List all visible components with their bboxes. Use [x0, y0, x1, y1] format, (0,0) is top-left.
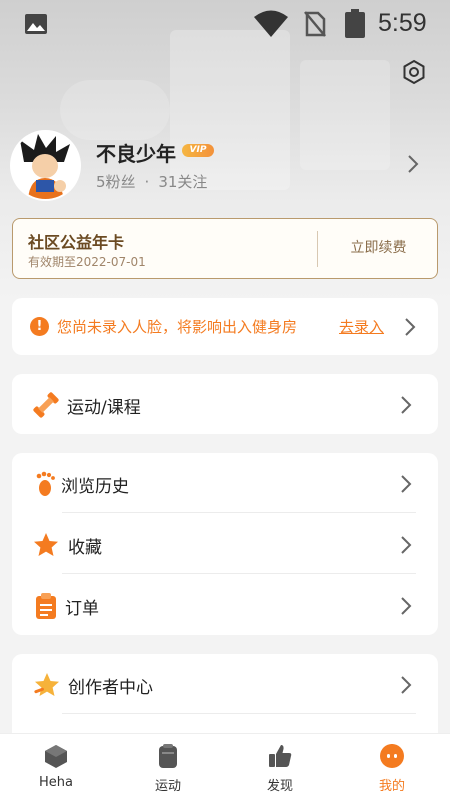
chevron-right-icon [401, 536, 412, 554]
no-sim-icon [304, 11, 326, 37]
profile-section[interactable]: 不良少年 VIP 5粉丝 · 31关注 [12, 132, 438, 200]
sports-panel: 运动/课程 [12, 374, 438, 434]
menu-label: 运动/课程 [67, 398, 141, 418]
nav-label: 我的 [378, 779, 405, 794]
avatar[interactable] [12, 132, 79, 199]
menu-item-creator[interactable]: 创作者中心 [12, 654, 438, 714]
settings-gear-icon[interactable] [400, 58, 428, 86]
warning-icon: ! [30, 317, 49, 336]
nav-label: 运动 [154, 779, 181, 794]
thumb-icon [269, 745, 292, 767]
bottom-navigation: Heha 运动 发现 我的 [0, 733, 450, 800]
renew-button[interactable]: 立即续费 [318, 219, 439, 278]
menu-label: 订单 [65, 599, 99, 619]
row-divider [62, 512, 416, 513]
nav-tab-heha[interactable]: Heha [0, 734, 112, 800]
dumbbell-icon [33, 392, 59, 418]
chevron-right-icon [408, 155, 419, 173]
avatar-image [12, 132, 79, 199]
membership-validity: 有效期至2022-07-01 [28, 255, 146, 269]
clipboard-icon [36, 593, 56, 619]
followers-count[interactable]: 5粉丝 [96, 173, 136, 191]
heha-icon [45, 745, 67, 768]
clock-time: 5:59 [378, 9, 427, 37]
nav-tab-sport[interactable]: 运动 [112, 734, 224, 800]
menu-label: 创作者中心 [68, 678, 153, 698]
nav-tab-discover[interactable]: 发现 [224, 734, 336, 800]
chevron-right-icon [401, 597, 412, 615]
nav-tab-me[interactable]: 我的 [336, 734, 448, 800]
stats-separator: · [144, 173, 150, 191]
membership-title: 社区公益年卡 [28, 233, 125, 252]
row-divider [62, 573, 416, 574]
gallery-icon [25, 14, 47, 34]
register-face-link[interactable]: 去录入 [339, 316, 384, 337]
me-icon [380, 744, 404, 768]
vip-badge: VIP [182, 144, 214, 157]
chevron-right-icon [405, 318, 416, 336]
footprint-icon [36, 471, 55, 496]
menu-item-orders[interactable]: 订单 [12, 575, 438, 635]
menu-label: 浏览历史 [61, 477, 129, 497]
menu-item-history[interactable]: 浏览历史 [12, 453, 438, 513]
chevron-right-icon [401, 676, 412, 694]
nav-label: Heha [39, 775, 73, 790]
username: 不良少年 [96, 142, 176, 166]
alert-message: 您尚未录入人脸，将影响出入健身房 [57, 318, 298, 336]
menu-item-favorites[interactable]: 收藏 [12, 514, 438, 574]
creator-star-icon [34, 673, 59, 696]
menu-label: 收藏 [68, 538, 102, 558]
nav-label: 发现 [266, 779, 293, 794]
battery-icon [345, 9, 365, 38]
activity-panel: 浏览历史 收藏 订单 [12, 453, 438, 635]
profile-stats: 5粉丝 · 31关注 [96, 171, 207, 192]
wifi-icon [254, 10, 288, 37]
status-bar: 5:59 [0, 0, 450, 48]
face-registration-alert[interactable]: ! 您尚未录入人脸，将影响出入健身房 去录入 [12, 298, 438, 355]
chevron-right-icon [401, 396, 412, 414]
following-count[interactable]: 31关注 [158, 173, 207, 191]
chevron-right-icon [401, 475, 412, 493]
sport-icon [159, 744, 177, 768]
menu-item-sports[interactable]: 运动/课程 [12, 374, 438, 434]
membership-card[interactable]: 社区公益年卡 有效期至2022-07-01 立即续费 [12, 218, 438, 279]
row-divider [62, 713, 416, 714]
star-icon [34, 533, 58, 556]
